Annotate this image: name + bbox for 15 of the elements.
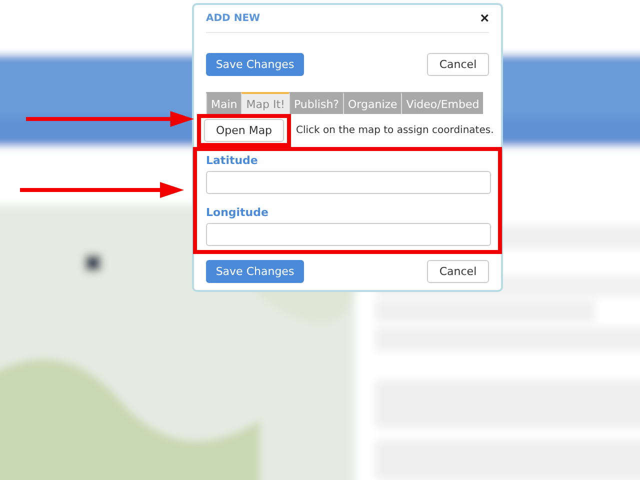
tab[interactable]: Publish? [288, 92, 344, 114]
save-button[interactable]: Save Changes [206, 53, 304, 76]
save-button[interactable]: Save Changes [206, 260, 304, 283]
cancel-button[interactable]: Cancel [427, 260, 489, 283]
tab[interactable]: Organize [343, 92, 402, 114]
close-button[interactable]: × [480, 11, 489, 26]
map-hint: Click on the map to assign coordinates. [296, 125, 494, 136]
field-label: Longitude [206, 206, 270, 219]
tab[interactable]: Main [206, 92, 242, 114]
field-label: Latitude [206, 154, 259, 167]
cancel-button[interactable]: Cancel [427, 53, 489, 76]
tab[interactable]: Map It! [241, 92, 289, 114]
open-map-button[interactable]: Open Map [204, 119, 284, 142]
tab[interactable]: Video/Embed [401, 92, 484, 114]
dialog-title: ADD NEW [206, 13, 260, 24]
